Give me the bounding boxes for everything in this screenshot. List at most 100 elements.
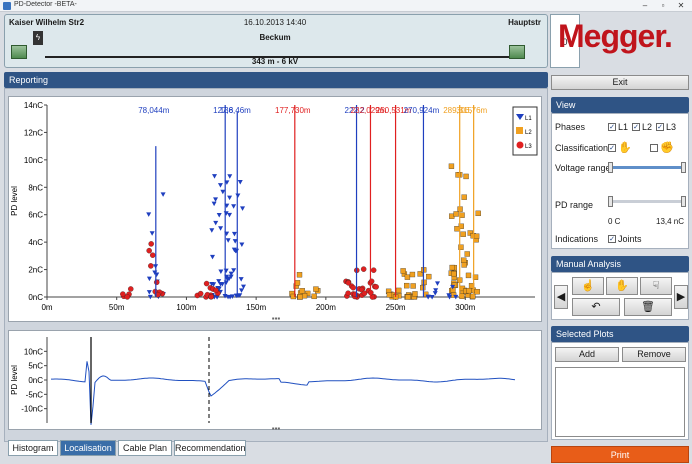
data-point <box>294 280 301 286</box>
y-tick-label: 0nC <box>28 376 43 385</box>
data-point <box>405 294 411 300</box>
data-point <box>474 289 480 295</box>
data-point <box>225 238 231 243</box>
x-tick-label: 50m <box>109 303 125 312</box>
data-point <box>386 292 393 298</box>
data-point <box>350 284 356 291</box>
data-point <box>404 274 411 280</box>
mark-bad-button[interactable]: ☟ <box>640 277 672 295</box>
y-tick-label: 2nC <box>28 266 43 275</box>
data-point <box>239 242 245 248</box>
waveform-line <box>51 361 516 425</box>
pd-range-slider[interactable] <box>610 200 684 203</box>
tab-histogram[interactable]: Histogram <box>8 440 58 456</box>
close-icon[interactable]: ✕ <box>672 0 690 11</box>
resize-grip-icon: ▪▪▪ <box>272 314 281 323</box>
y-tick-label: 12nC <box>24 128 43 137</box>
data-point <box>426 273 432 280</box>
phase-l3-checkbox[interactable]: ✓ <box>656 123 664 131</box>
legend-marker <box>516 127 523 134</box>
voltage-min-handle[interactable] <box>608 162 613 173</box>
maximize-icon[interactable]: ▫ <box>654 0 672 11</box>
tab-recommendation[interactable]: Recommendation <box>174 440 246 456</box>
data-point <box>410 283 416 289</box>
phase-l2-checkbox[interactable]: ✓ <box>632 123 640 131</box>
data-point <box>227 174 233 179</box>
pd-max-value: 13,4 nC <box>656 217 685 226</box>
data-point <box>160 192 166 197</box>
thumbs-up-icon: ✋ <box>618 142 632 154</box>
x-tick-label: 250m <box>386 303 406 312</box>
data-point <box>148 263 154 269</box>
start-station-icon <box>11 45 27 59</box>
phase-l1-checkbox[interactable]: ✓ <box>608 123 616 131</box>
add-button[interactable]: Add <box>555 347 619 362</box>
data-point <box>235 193 241 199</box>
y-axis-label: PD level <box>10 186 19 216</box>
date-time: 16.10.2013 14:40 <box>243 18 307 27</box>
classification-bad-checkbox[interactable] <box>650 144 658 152</box>
site-name: Beckum <box>259 33 291 42</box>
app-icon <box>3 2 11 10</box>
joints-checkbox[interactable]: ✓ <box>608 235 616 243</box>
data-point <box>213 197 219 202</box>
cable-line <box>45 56 509 58</box>
data-point <box>412 291 418 297</box>
y-tick-label: 10nC <box>24 347 43 356</box>
location-label: 270,924m <box>404 106 440 115</box>
voltage-max-handle[interactable] <box>681 162 686 173</box>
data-point <box>449 264 455 271</box>
data-point <box>231 204 237 209</box>
remove-button[interactable]: Remove <box>622 347 686 362</box>
data-point <box>240 206 246 211</box>
pd-range-label: PD range <box>555 200 594 210</box>
data-point <box>226 212 232 218</box>
data-point <box>473 233 480 239</box>
x-tick-label: 200m <box>316 303 336 312</box>
localisation-plot[interactable]: 0nC 2nC 4nC 6nC 8nC 10nC 12nC 14nC 0m 50m 100m 150m… <box>8 96 543 323</box>
mark-neutral-button[interactable]: ✋ <box>606 277 638 295</box>
title-bar: PD-Detector -BETA- – ▫ ✕ <box>0 0 692 12</box>
waveform-plot[interactable]: -10nC -5nC 0nC 5nC 10nC PD level ▪▪▪ <box>8 330 543 433</box>
print-button[interactable]: Print <box>551 446 689 463</box>
data-point <box>461 257 467 263</box>
data-point <box>149 252 156 258</box>
data-point <box>345 290 351 296</box>
voltage-range-slider[interactable] <box>610 166 684 169</box>
phase-l3-label: L3 <box>666 122 677 132</box>
manual-analysis-panel: ◀ ▶ ☝ ✋ ☟ ↶ 🗑 <box>551 272 689 320</box>
selected-plots-list[interactable] <box>555 367 685 437</box>
data-point <box>209 228 215 233</box>
next-arrow-icon[interactable]: ▶ <box>674 285 688 309</box>
data-point <box>451 270 457 277</box>
x-tick-label: 100m <box>176 303 196 312</box>
data-point <box>213 287 219 294</box>
data-point <box>432 291 438 296</box>
data-point <box>466 287 472 294</box>
pd-max-handle[interactable] <box>681 196 686 207</box>
data-point <box>197 290 204 297</box>
phase-l2-label: L2 <box>642 122 653 132</box>
data-point <box>465 272 472 279</box>
legend-label: L2 <box>525 130 532 136</box>
y-tick-label: -5nC <box>26 390 44 399</box>
minimize-icon[interactable]: – <box>636 0 654 11</box>
undo-icon[interactable]: ↶ <box>572 298 620 316</box>
tab-localisation[interactable]: Localisation <box>60 440 116 456</box>
trash-icon[interactable]: 🗑 <box>624 298 672 316</box>
data-point <box>216 212 222 218</box>
classification-good-checkbox[interactable]: ✓ <box>608 144 616 152</box>
pd-min-value: 0 C <box>608 217 621 226</box>
localisation-chart[interactable]: 0nC 2nC 4nC 6nC 8nC 10nC 12nC 14nC 0m 50m 100m 150m… <box>9 97 543 323</box>
mark-good-button[interactable]: ☝ <box>572 277 604 295</box>
y-tick-label: 5nC <box>28 362 43 371</box>
waveform-chart[interactable]: -10nC -5nC 0nC 5nC 10nC PD level ▪▪▪ <box>9 331 543 433</box>
data-point <box>454 226 460 232</box>
data-point <box>239 288 245 293</box>
pd-min-handle[interactable] <box>608 196 613 207</box>
data-point <box>146 290 152 295</box>
tab-cable-plan[interactable]: Cable Plan <box>118 440 172 456</box>
data-point <box>148 241 154 247</box>
previous-arrow-icon[interactable]: ◀ <box>554 285 568 309</box>
exit-button[interactable]: Exit <box>551 75 689 90</box>
